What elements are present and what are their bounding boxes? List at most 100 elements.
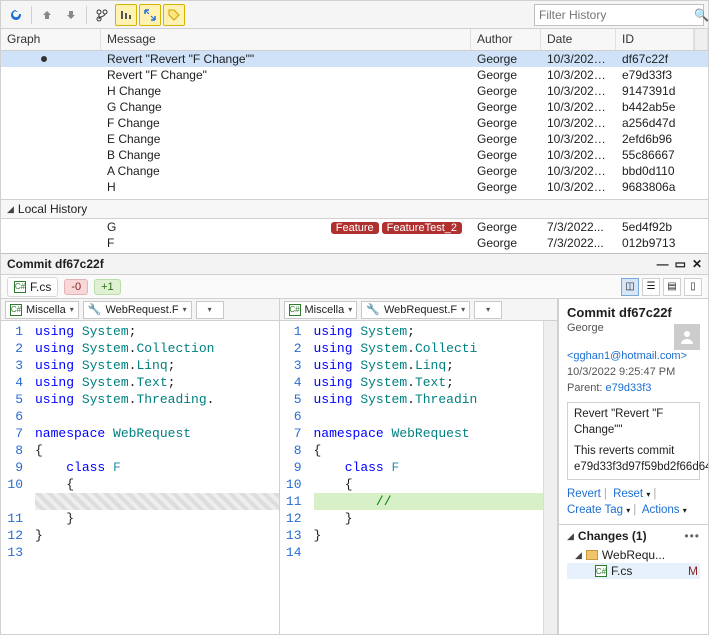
- side-commit-title: Commit df67c22f: [559, 299, 708, 322]
- folder-caret-icon: ◢: [575, 550, 582, 561]
- col-id[interactable]: ID: [616, 29, 694, 50]
- code-scrollbar[interactable]: [543, 321, 557, 634]
- parent-link[interactable]: e79d33f3: [606, 382, 652, 394]
- side-parent-row: Parent: e79d33f3: [559, 382, 708, 398]
- revert-action[interactable]: Revert: [567, 488, 601, 500]
- close-icon[interactable]: ✕: [692, 257, 702, 271]
- lines-deleted-badge: -0: [64, 279, 88, 295]
- side-author: George: [559, 322, 674, 338]
- changes-more-icon[interactable]: •••: [684, 529, 700, 543]
- col-date[interactable]: Date: [541, 29, 616, 50]
- history-row[interactable]: H ChangeGeorge10/3/2022...9147391d: [1, 83, 708, 99]
- commit-message-box: Revert "Revert "F Change"" This reverts …: [567, 402, 700, 480]
- create-tag-action[interactable]: Create Tag: [567, 504, 623, 516]
- left-context-dropdown[interactable]: C# Miscella ▾: [5, 301, 79, 319]
- history-row[interactable]: FGeorge7/3/2022...012b9713: [1, 235, 708, 251]
- refresh-icon[interactable]: [5, 4, 27, 26]
- tree-file[interactable]: C# F.cs M: [567, 563, 700, 579]
- right-context-dropdown[interactable]: C# Miscella ▾: [284, 301, 358, 319]
- tree-folder[interactable]: ◢ WebRequ...: [567, 547, 700, 563]
- tree-view-icon[interactable]: ▤: [663, 278, 681, 296]
- side-timestamp: 10/3/2022 9:25:47 PM: [559, 366, 708, 382]
- left-breadcrumb-label: WebRequest.F: [105, 304, 178, 316]
- history-row[interactable]: Revert "Revert "F Change""George10/3/202…: [1, 51, 708, 67]
- right-empty-dropdown[interactable]: ▾: [474, 301, 502, 319]
- diff-pane-left: C# Miscella ▾ 🔧 WebRequest.F ▾ ▾ 1 2 3 4…: [1, 299, 280, 634]
- csharp-file-icon: C#: [595, 565, 607, 577]
- history-row[interactable]: Revert "F Change"George10/3/2022...e79d3…: [1, 67, 708, 83]
- avatar: [674, 324, 700, 350]
- tree-folder-label: WebRequ...: [602, 548, 665, 562]
- branch-icon[interactable]: [91, 4, 113, 26]
- csharp-icon: C#: [10, 304, 22, 316]
- commit-header-title: Commit df67c22f: [7, 257, 104, 271]
- file-tabs-bar: C# F.cs -0 +1 ◫ ☰ ▤ ▯: [1, 275, 708, 299]
- commit-panel-header: Commit df67c22f — ▭ ✕: [1, 253, 708, 275]
- filter-history-input[interactable]: 🔍: [534, 4, 704, 26]
- history-row[interactable]: GFeatureFeatureTest_2George7/3/2022...5e…: [1, 219, 708, 235]
- side-email[interactable]: <gghan1@hotmail.com>: [559, 350, 708, 366]
- history-header: Graph Message Author Date ID: [1, 29, 708, 51]
- local-history-label: Local History: [18, 202, 87, 216]
- col-graph[interactable]: Graph: [1, 29, 101, 50]
- minimize-icon[interactable]: —: [657, 257, 669, 271]
- expand-icon[interactable]: [139, 4, 161, 26]
- side-by-side-view-icon[interactable]: ◫: [621, 278, 639, 296]
- commit-message-title: Revert "Revert "F Change"": [574, 407, 693, 438]
- diff-container: C# Miscella ▾ 🔧 WebRequest.F ▾ ▾ 1 2 3 4…: [1, 299, 708, 634]
- lines-added-badge: +1: [94, 279, 121, 295]
- arrow-up-icon[interactable]: [36, 4, 58, 26]
- scroll-spacer: [694, 29, 708, 50]
- right-breadcrumb-dropdown[interactable]: 🔧 WebRequest.F ▾: [361, 301, 470, 319]
- changes-caret-icon: ◢: [567, 531, 574, 542]
- col-author[interactable]: Author: [471, 29, 541, 50]
- wrench-icon: 🔧: [88, 303, 102, 316]
- reset-action[interactable]: Reset: [613, 488, 643, 500]
- maximize-icon[interactable]: ▭: [675, 257, 686, 271]
- graph-toggle-icon[interactable]: [115, 4, 137, 26]
- file-status-badge: M: [688, 564, 700, 578]
- history-row[interactable]: F ChangeGeorge10/3/2022...a256d47d: [1, 115, 708, 131]
- history-row[interactable]: HGeorge10/3/2022...9683806a: [1, 179, 708, 195]
- list-view-icon[interactable]: ▯: [684, 278, 702, 296]
- inline-view-icon[interactable]: ☰: [642, 278, 660, 296]
- right-context-label: Miscella: [305, 304, 345, 316]
- search-icon: 🔍: [694, 8, 709, 22]
- left-empty-dropdown[interactable]: ▾: [196, 301, 224, 319]
- file-tab-name: F.cs: [30, 280, 51, 294]
- collapse-caret-icon: ◢: [7, 204, 14, 215]
- tag-icon[interactable]: [163, 4, 185, 26]
- changes-header[interactable]: ◢ Changes (1) •••: [559, 524, 708, 547]
- col-message[interactable]: Message: [101, 29, 471, 50]
- right-breadcrumb-label: WebRequest.F: [384, 304, 457, 316]
- commit-actions-row-1: Revert| Reset ▾|: [559, 484, 708, 504]
- diff-view-modes: ◫ ☰ ▤ ▯: [621, 278, 702, 296]
- history-row[interactable]: E ChangeGeorge10/3/2022...2efd6b96: [1, 131, 708, 147]
- left-breadcrumb-dropdown[interactable]: 🔧 WebRequest.F ▾: [83, 301, 192, 319]
- local-history-header[interactable]: ◢ Local History: [1, 199, 708, 219]
- commit-message-body: This reverts commit e79d33f3d97f59bd2f66…: [574, 444, 693, 475]
- history-row[interactable]: G ChangeGeorge10/3/2022...b442ab5e: [1, 99, 708, 115]
- left-pane-toolbar: C# Miscella ▾ 🔧 WebRequest.F ▾ ▾: [1, 299, 279, 321]
- diff-pane-right: C# Miscella ▾ 🔧 WebRequest.F ▾ ▾ 1 2 3 4…: [280, 299, 559, 634]
- more-actions[interactable]: Actions: [642, 504, 680, 516]
- commit-details-panel: Commit df67c22f George <gghan1@hotmail.c…: [558, 299, 708, 634]
- left-context-label: Miscella: [26, 304, 66, 316]
- csharp-file-icon: C#: [14, 281, 26, 293]
- wrench-icon: 🔧: [366, 303, 380, 316]
- arrow-down-icon[interactable]: [60, 4, 82, 26]
- filter-input-field[interactable]: [539, 8, 694, 22]
- file-tab-f-cs[interactable]: C# F.cs: [7, 277, 58, 297]
- left-code-area[interactable]: 1 2 3 4 5 6 7 8 9 10 11 12 13 using Syst…: [1, 321, 279, 634]
- history-row[interactable]: A ChangeGeorge10/3/2022...bbd0d110: [1, 163, 708, 179]
- local-history-list[interactable]: GFeatureFeatureTest_2George7/3/2022...5e…: [1, 219, 708, 253]
- changes-tree: ◢ WebRequ... C# F.cs M: [559, 547, 708, 579]
- history-row[interactable]: B ChangeGeorge10/3/2022...55c86667: [1, 147, 708, 163]
- commit-actions-row-2: Create Tag ▾| Actions ▾: [559, 504, 708, 520]
- changes-label: Changes (1): [578, 529, 647, 543]
- tree-file-label: F.cs: [611, 564, 632, 578]
- history-list[interactable]: Revert "Revert "F Change""George10/3/202…: [1, 51, 708, 199]
- csharp-icon: C#: [289, 304, 301, 316]
- right-code-area[interactable]: 1 2 3 4 5 6 7 8 9 10 11 12 13 14 using S…: [280, 321, 558, 634]
- right-pane-toolbar: C# Miscella ▾ 🔧 WebRequest.F ▾ ▾: [280, 299, 558, 321]
